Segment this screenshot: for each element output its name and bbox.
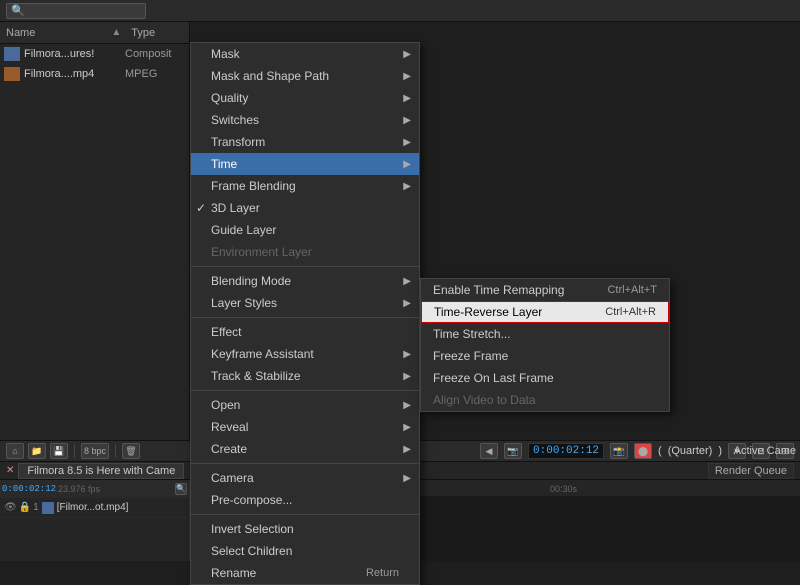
timeline-controls: 0:00:02:12 23.976 fps 🔍 👁 🔒 1 [Filmor...… (0, 480, 190, 561)
submenu-arrow-icon: ▶ (403, 444, 411, 455)
toolbar-btn-8bpc[interactable]: 8 bpc (81, 443, 109, 459)
submenu-arrow-icon: ▶ (403, 371, 411, 382)
file-name: Filmora....mp4 (24, 68, 125, 80)
timecode-display[interactable]: 0:00:02:12 (528, 443, 604, 459)
submenu-arrow-icon: ▶ (403, 298, 411, 309)
menu-item-layer-styles[interactable]: Layer Styles ▶ (191, 292, 419, 314)
menu-divider (191, 463, 419, 464)
menu-divider (191, 390, 419, 391)
submenu-item-time-reverse-layer[interactable]: Time-Reverse Layer Ctrl+Alt+R (421, 301, 669, 323)
submenu-arrow-icon: ▶ (403, 49, 411, 60)
list-item[interactable]: Filmora....mp4 MPEG (0, 64, 189, 84)
comp-tab[interactable]: Filmora 8.5 is Here with Came (18, 463, 184, 479)
toolbar-separator (74, 444, 75, 458)
toolbar-btn-camera-icon[interactable]: 📷 (504, 443, 522, 459)
checkmark-icon: ✓ (196, 201, 206, 215)
time-submenu: Enable Time Remapping Ctrl+Alt+T Time-Re… (420, 278, 670, 412)
context-menu: Mask ▶ Mask and Shape Path ▶ Quality ▶ S… (190, 42, 420, 585)
file-type: MPEG (125, 68, 185, 80)
timeline-row: 👁 🔒 1 [Filmor...ot.mp4] (0, 498, 189, 518)
tl-search-btn[interactable]: 🔍 (175, 483, 187, 495)
quality-value: (Quarter) (668, 445, 713, 457)
sort-arrow: ▲ (111, 27, 121, 38)
search-icon: 🔍 (11, 4, 25, 17)
menu-item-quality[interactable]: Quality ▶ (191, 87, 419, 109)
menu-divider (191, 514, 419, 515)
toolbar-btn-disk[interactable]: 💾 (50, 443, 68, 459)
project-panel: Name ▲ Type Filmora...ures! Composit Fil… (0, 22, 190, 442)
submenu-item-freeze-on-last-frame[interactable]: Freeze On Last Frame (421, 367, 669, 389)
menu-item-guide-layer[interactable]: Guide Layer (191, 219, 419, 241)
submenu-arrow-icon: ▶ (403, 137, 411, 148)
list-item[interactable]: Filmora...ures! Composit (0, 44, 189, 64)
submenu-arrow-icon: ▶ (403, 422, 411, 433)
submenu-item-enable-time-remapping[interactable]: Enable Time Remapping Ctrl+Alt+T (421, 279, 669, 301)
panel-header: Name ▲ Type (0, 22, 189, 44)
file-icon (4, 47, 20, 61)
menu-item-camera[interactable]: Camera ▶ (191, 467, 419, 489)
toolbar-btn-home[interactable]: ⌂ (6, 443, 24, 459)
quality-close: ) (718, 445, 722, 457)
ruler-mark-30: 00:30s (550, 484, 577, 494)
menu-item-mask-shape[interactable]: Mask and Shape Path ▶ (191, 65, 419, 87)
tl-layer-name: [Filmor...ot.mp4] (57, 502, 185, 513)
toolbar-separator (115, 444, 116, 458)
menu-item-create[interactable]: Create ▶ (191, 438, 419, 460)
submenu-arrow-icon: ▶ (403, 400, 411, 411)
search-box[interactable]: 🔍 (6, 3, 146, 19)
shortcut-label: Return (366, 567, 399, 579)
active-cam-label: Active Came (734, 441, 796, 461)
tl-lock-icon[interactable]: 🔒 (19, 502, 31, 513)
submenu-arrow-icon: ▶ (403, 349, 411, 360)
file-name: Filmora...ures! (24, 48, 125, 60)
render-queue-tab[interactable]: Render Queue (708, 463, 794, 479)
toolbar-btn-color[interactable]: ⬤ (634, 443, 652, 459)
toolbar-btn-camera-snap[interactable]: 📸 (610, 443, 628, 459)
submenu-item-freeze-frame[interactable]: Freeze Frame (421, 345, 669, 367)
menu-item-precompose[interactable]: Pre-compose... (191, 489, 419, 511)
menu-item-3d-layer[interactable]: ✓ 3D Layer (191, 197, 419, 219)
tl-num: 1 (33, 502, 39, 513)
top-bar: 🔍 (0, 0, 800, 22)
submenu-arrow-icon: ▶ (403, 181, 411, 192)
submenu-arrow-icon: ▶ (403, 276, 411, 287)
menu-item-transform[interactable]: Transform ▶ (191, 131, 419, 153)
toolbar-btn-trash[interactable]: 🗑 (122, 443, 140, 459)
tl-timecode-small: 0:00:02:12 (2, 484, 56, 494)
file-type: Composit (125, 48, 185, 60)
menu-item-mask[interactable]: Mask ▶ (191, 43, 419, 65)
menu-item-rename[interactable]: Rename Return (191, 562, 419, 584)
toolbar-btn-folder[interactable]: 📁 (28, 443, 46, 459)
menu-item-track-stabilize[interactable]: Track & Stabilize ▶ (191, 365, 419, 387)
submenu-arrow-icon: ▶ (403, 115, 411, 126)
menu-item-invert-selection[interactable]: Invert Selection (191, 518, 419, 540)
menu-item-blending-mode[interactable]: Blending Mode ▶ (191, 270, 419, 292)
submenu-arrow-icon: ▶ (403, 159, 411, 170)
submenu-arrow-icon: ▶ (403, 473, 411, 484)
submenu-arrow-icon: ▶ (403, 93, 411, 104)
submenu-item-align-video-to-data: Align Video to Data (421, 389, 669, 411)
file-icon (4, 67, 20, 81)
menu-item-reveal[interactable]: Reveal ▶ (191, 416, 419, 438)
menu-item-select-children[interactable]: Select Children (191, 540, 419, 562)
col-type-header: Type (131, 27, 183, 39)
submenu-arrow-icon: ▶ (403, 71, 411, 82)
menu-item-frame-blending[interactable]: Frame Blending ▶ (191, 175, 419, 197)
tl-file-icon (42, 502, 54, 514)
timeline-controls-header: 0:00:02:12 23.976 fps 🔍 (0, 480, 189, 498)
menu-item-environment-layer: Environment Layer (191, 241, 419, 263)
menu-item-switches[interactable]: Switches ▶ (191, 109, 419, 131)
submenu-item-time-stretch[interactable]: Time Stretch... (421, 323, 669, 345)
menu-divider (191, 317, 419, 318)
menu-item-keyframe-assistant[interactable]: Keyframe Assistant ▶ (191, 343, 419, 365)
tl-visibility-icon[interactable]: 👁 (4, 502, 17, 513)
menu-divider (191, 266, 419, 267)
menu-item-open[interactable]: Open ▶ (191, 394, 419, 416)
menu-item-time[interactable]: Time ▶ (191, 153, 419, 175)
menu-item-effect[interactable]: Effect (191, 321, 419, 343)
toolbar-btn-play-left[interactable]: ◀ (480, 443, 498, 459)
quality-label: ( (658, 445, 662, 457)
col-name-header: Name (6, 27, 109, 39)
